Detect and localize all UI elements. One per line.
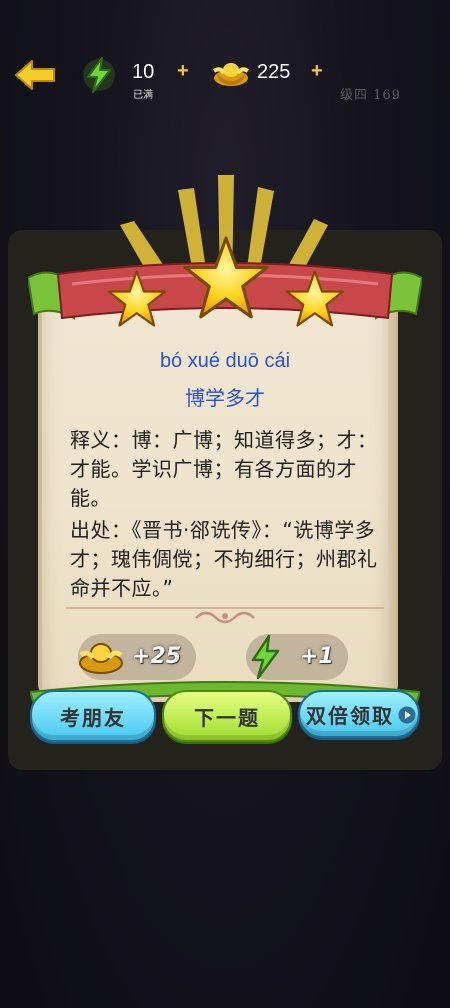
- back-arrow-icon[interactable]: [14, 58, 58, 92]
- coin-value: 225: [257, 61, 291, 83]
- energy-bolt-icon: [251, 634, 280, 680]
- add-energy-button[interactable]: +: [177, 60, 189, 83]
- add-coins-button[interactable]: +: [311, 60, 323, 83]
- gold-ingot-icon: [212, 63, 250, 86]
- double-reward-label: 双倍领取: [306, 703, 394, 728]
- ask-friend-label: 考朋友: [60, 705, 126, 730]
- next-question-label: 下一题: [194, 705, 260, 730]
- next-question-button[interactable]: 下一题: [162, 690, 292, 742]
- double-reward-button[interactable]: 双倍领取: [298, 690, 420, 738]
- ask-friend-button[interactable]: 考朋友: [30, 690, 156, 742]
- three-stars-rating: [107, 236, 344, 327]
- star-icon-center: [183, 236, 269, 319]
- energy-status: 已满: [133, 90, 153, 101]
- idiom-title: 博学多才: [185, 386, 265, 410]
- idiom-meaning: 释义：博：广博；知道得多；才：才能。学识广博；有各方面的才能。: [70, 428, 378, 510]
- star-icon-right: [285, 270, 344, 327]
- energy-value: 10: [132, 61, 155, 83]
- energy-reward-amount: +1: [300, 644, 334, 669]
- idiom-source: 出处：《晋书·郤诜传》：“诜博学多才；瑰伟倜傥；不拘细行；州郡礼命并不应。”: [70, 518, 378, 600]
- video-play-icon: [398, 706, 416, 724]
- gold-ingot-icon: [79, 643, 123, 674]
- coin-reward-amount: +25: [132, 644, 182, 669]
- star-icon-left: [107, 270, 166, 327]
- idiom-pinyin: bó xué duō cái: [159, 350, 291, 372]
- ornament-divider: [66, 607, 384, 624]
- level-label: 级四 169: [340, 88, 401, 103]
- energy-bolt-icon: [83, 57, 115, 93]
